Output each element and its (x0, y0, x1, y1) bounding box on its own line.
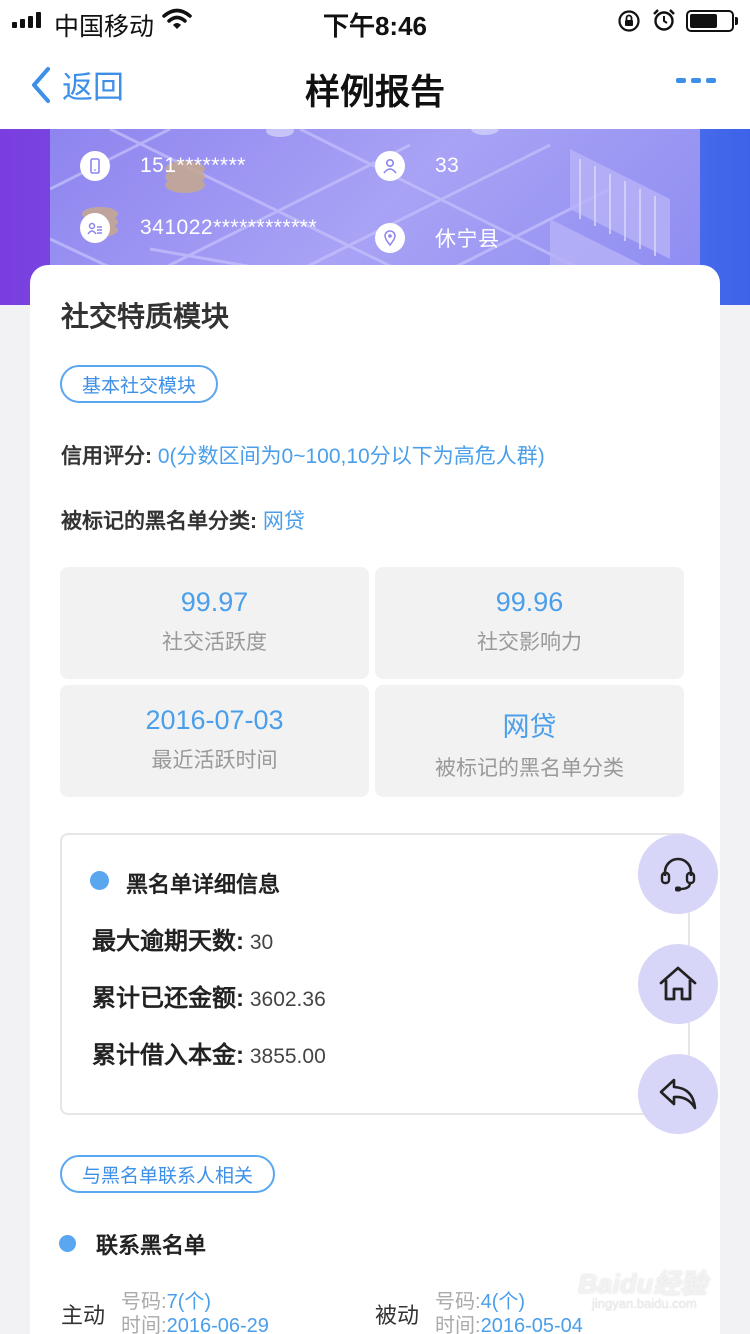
detail-value: 3602.36 (249, 988, 326, 1011)
contact-active: 主动 号码:7(个) 时间:2016-06-29 (61, 1290, 269, 1334)
stat-social-activity: 99.97 社交活跃度 (60, 567, 369, 679)
id-number: 341022************ (140, 216, 318, 239)
customer-service-button[interactable] (638, 834, 718, 914)
tag-blacklist-contacts[interactable]: 与黑名单联系人相关 (60, 1155, 276, 1193)
home-button[interactable] (638, 944, 718, 1024)
stat-last-active: 2016-07-03 最近活跃时间 (60, 685, 369, 797)
social-traits-card: 社交特质模块 基本社交模块 信用评分: 0(分数区间为0~100,10分以下为高… (30, 265, 720, 1334)
stat-label: 被标记的黑名单分类 (435, 757, 624, 780)
nav-bar: 返回 样例报告 (0, 40, 750, 129)
stat-label: 最近活跃时间 (151, 749, 278, 772)
blacklist-category-value: 网贷 (262, 510, 305, 533)
location-pin-icon (375, 223, 405, 253)
credit-score-value: 0(分数区间为0~100,10分以下为高危人群) (157, 445, 545, 468)
location-info: 休宁县 (375, 223, 500, 253)
detail-value: 30 (249, 931, 274, 954)
time-key: 时间: (121, 1315, 167, 1334)
contact-label: 被动 (375, 1303, 420, 1328)
detail-key: 最大逾期天数: (92, 928, 244, 955)
number-value: 4(个) (480, 1291, 526, 1313)
alarm-icon (653, 9, 675, 31)
blacklist-detail-title: 黑名单详细信息 (126, 872, 281, 897)
watermark-url: jingyan.baidu.com (592, 1296, 697, 1311)
time-value: 2016-06-29 (166, 1315, 269, 1334)
page-title: 样例报告 (304, 73, 445, 112)
age-info: 33 (375, 151, 459, 181)
stat-social-influence: 99.96 社交影响力 (375, 567, 684, 679)
home-icon (659, 966, 697, 1001)
number-value: 7(个) (166, 1291, 212, 1313)
detail-key: 累计借入本金: (92, 1042, 244, 1069)
location-value: 休宁县 (435, 228, 500, 251)
credit-score-key: 信用评分: (61, 445, 152, 468)
detail-row-repaid: 累计已还金额: 3602.36 (92, 978, 326, 1013)
stat-label: 社交活跃度 (162, 631, 267, 654)
phone-info: 151******** (80, 151, 246, 181)
id-card-icon (80, 213, 110, 243)
number-key: 号码: (121, 1291, 167, 1313)
time-key: 时间: (435, 1315, 481, 1334)
status-bar: 中国移动 下午8:46 (0, 0, 750, 41)
detail-row-principal: 累计借入本金: 3855.00 (92, 1035, 326, 1070)
contact-label: 主动 (61, 1303, 106, 1328)
share-back-button[interactable] (638, 1054, 718, 1134)
phone-number: 151******** (140, 154, 246, 177)
reply-arrow-icon (659, 1078, 697, 1110)
stat-value: 99.97 (180, 587, 249, 617)
contact-passive: 被动 号码:4(个) 时间:2016-05-04 (375, 1290, 583, 1334)
stat-value: 2016-07-03 (145, 705, 284, 735)
contacts-blacklist-title: 联系黑名单 (96, 1233, 207, 1258)
credit-score-row: 信用评分: 0(分数区间为0~100,10分以下为高危人群) (61, 440, 545, 470)
stat-blacklist-category: 网贷 被标记的黑名单分类 (375, 685, 684, 797)
headset-icon (660, 857, 696, 892)
module-title: 社交特质模块 (61, 301, 230, 332)
stat-value: 99.96 (495, 587, 564, 617)
blacklist-detail-box: 黑名单详细信息 最大逾期天数: 30 累计已还金额: 3602.36 累计借入本… (60, 833, 690, 1115)
time-value: 2016-05-04 (480, 1315, 583, 1334)
battery-icon (686, 10, 738, 32)
person-icon (375, 151, 405, 181)
stat-value: 网贷 (502, 712, 557, 742)
blacklist-category-row: 被标记的黑名单分类: 网贷 (61, 505, 305, 535)
detail-row-max-overdue: 最大逾期天数: 30 (92, 921, 273, 956)
age-value: 33 (435, 154, 460, 177)
bullet-dot (90, 871, 109, 890)
blacklist-category-key: 被标记的黑名单分类: (61, 510, 257, 533)
number-key: 号码: (435, 1291, 481, 1313)
detail-key: 累计已还金额: (92, 985, 244, 1012)
rotation-lock-icon (618, 10, 640, 32)
tag-basic-social[interactable]: 基本社交模块 (60, 365, 219, 403)
stat-label: 社交影响力 (477, 631, 582, 654)
id-info: 341022************ (80, 213, 317, 243)
bullet-dot (59, 1235, 76, 1252)
baidu-watermark: Baidu经验 jingyan.baidu.com (578, 1262, 728, 1322)
phone-icon (80, 151, 110, 181)
more-icon[interactable] (676, 78, 716, 88)
detail-value: 3855.00 (249, 1045, 326, 1068)
